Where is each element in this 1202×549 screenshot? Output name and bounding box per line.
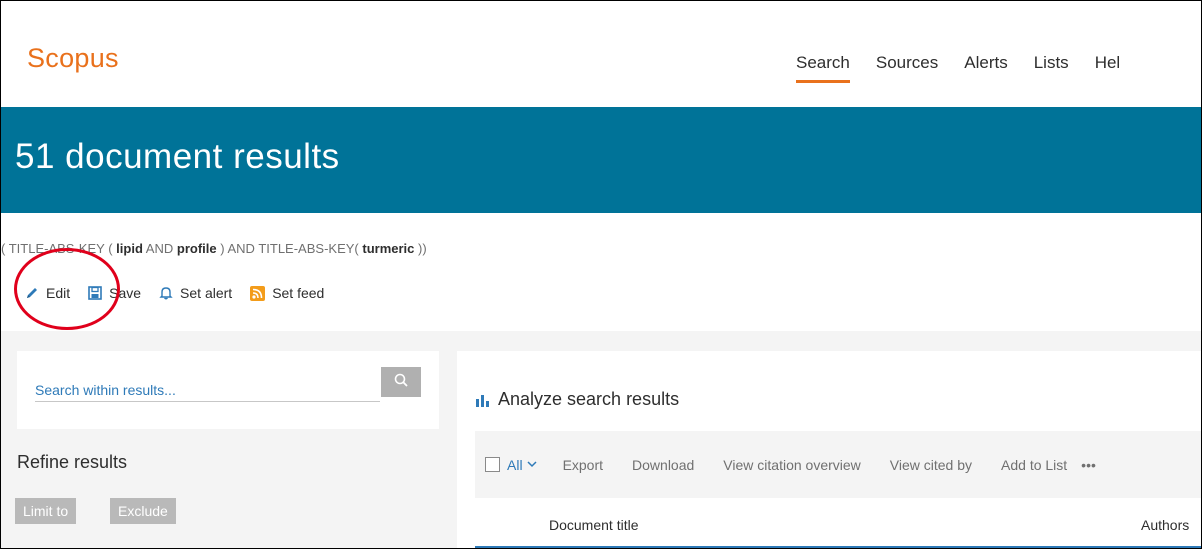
nav-lists[interactable]: Lists [1034,53,1069,73]
search-icon [393,372,409,393]
limit-to-button[interactable]: Limit to [15,498,77,524]
select-all-dropdown[interactable]: All [485,457,537,473]
search-within-panel [17,351,439,429]
main-nav: Search Sources Alerts Lists Hel [796,53,1146,83]
scopus-logo[interactable]: Scopus [27,43,119,74]
annotation-circle [14,248,120,330]
results-banner: 51 document results [1,107,1201,213]
search-within-input[interactable] [35,379,380,402]
exclude-button[interactable]: Exclude [110,498,176,524]
export-button[interactable]: Export [563,457,603,473]
nav-help[interactable]: Hel [1095,53,1121,73]
analyze-results-link[interactable]: Analyze search results [475,389,679,410]
set-alert-button[interactable]: Set alert [159,285,232,301]
bar-chart-icon [475,393,490,407]
refine-results-heading: Refine results [17,452,128,472]
set-feed-label: Set feed [272,285,325,301]
browser-frame: Scopus Search Sources Alerts Lists Hel 5… [0,0,1202,549]
results-toolbar: All Export Download View citation overvi… [475,431,1201,498]
nav-sources[interactable]: Sources [876,53,938,73]
add-to-list-button[interactable]: Add to List [1001,457,1067,473]
results-count-title: 51 document results [15,137,340,176]
view-citation-overview-button[interactable]: View citation overview [723,457,860,473]
bell-icon [159,286,173,300]
download-button[interactable]: Download [632,457,694,473]
search-within-button[interactable] [381,367,421,397]
select-all-label: All [507,456,523,473]
nav-search[interactable]: Search [796,53,850,83]
set-feed-button[interactable]: Set feed [250,285,324,301]
table-header-divider [475,546,1201,548]
select-all-checkbox[interactable] [485,457,500,472]
top-header: Scopus Search Sources Alerts Lists Hel [1,1,1201,107]
set-alert-label: Set alert [180,285,233,301]
column-document-title[interactable]: Document title [549,517,638,533]
rss-icon [250,285,266,301]
view-cited-by-button[interactable]: View cited by [890,457,972,473]
more-options-button[interactable]: ••• [1081,457,1096,473]
column-authors[interactable]: Authors [1141,517,1189,533]
chevron-down-icon [527,461,537,468]
results-panel: Analyze search results All Export Downlo… [457,351,1201,548]
analyze-label: Analyze search results [498,389,680,409]
nav-alerts[interactable]: Alerts [964,53,1007,73]
